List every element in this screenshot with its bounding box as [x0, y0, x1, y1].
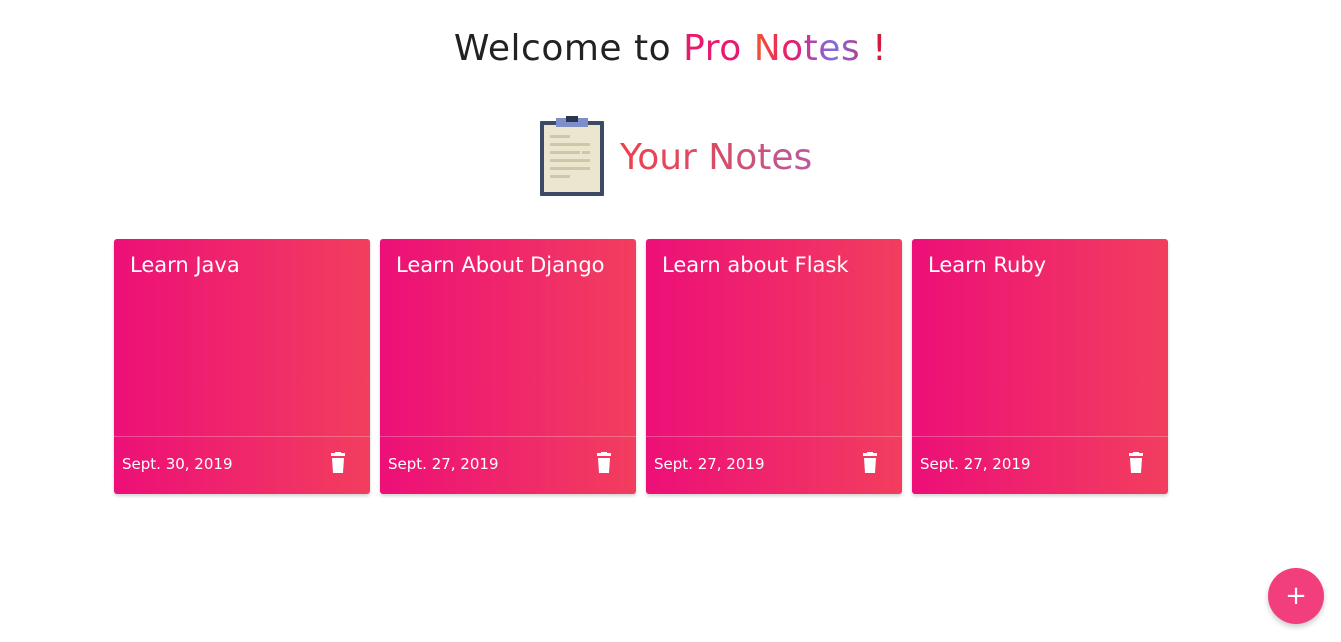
note-date: Sept. 30, 2019: [122, 455, 233, 473]
delete-note-button[interactable]: [860, 452, 880, 474]
card-divider: [114, 436, 370, 437]
notes-list: Learn Java Sept. 30, 2019 Learn About Dj…: [114, 239, 1168, 494]
card-divider: [646, 436, 902, 437]
note-title: Learn about Flask: [662, 253, 849, 277]
note-card[interactable]: Learn about Flask Sept. 27, 2019: [646, 239, 902, 494]
note-title: Learn Ruby: [928, 253, 1047, 277]
brand-pro: Pro: [683, 28, 742, 69]
welcome-prefix: Welcome to: [453, 28, 672, 69]
note-date: Sept. 27, 2019: [388, 455, 499, 473]
note-date: Sept. 27, 2019: [654, 455, 765, 473]
trash-icon: [331, 452, 345, 473]
note-card[interactable]: Learn Ruby Sept. 27, 2019: [912, 239, 1168, 494]
note-card[interactable]: Learn About Django Sept. 27, 2019: [380, 239, 636, 494]
note-date: Sept. 27, 2019: [920, 455, 1031, 473]
trash-icon: [597, 452, 611, 473]
notes-section-header: Your Notes: [538, 116, 812, 198]
note-card[interactable]: Learn Java Sept. 30, 2019: [114, 239, 370, 494]
trash-icon: [863, 452, 877, 473]
card-divider: [380, 436, 636, 437]
clipboard-icon: [540, 116, 604, 196]
brand-notes: Notes: [753, 28, 861, 69]
add-note-button[interactable]: +: [1268, 568, 1324, 624]
brand-exclamation: !: [872, 28, 888, 69]
delete-note-button[interactable]: [328, 452, 348, 474]
card-divider: [912, 436, 1168, 437]
delete-note-button[interactable]: [594, 452, 614, 474]
trash-icon: [1129, 452, 1143, 473]
plus-icon: +: [1285, 581, 1307, 611]
delete-note-button[interactable]: [1126, 452, 1146, 474]
page: Welcome to Pro Notes ! Your Notes Learn …: [0, 0, 1341, 642]
note-title: Learn Java: [130, 253, 240, 277]
welcome-heading: Welcome to Pro Notes !: [0, 28, 1341, 69]
your-notes-title: Your Notes: [620, 136, 813, 178]
note-title: Learn About Django: [396, 253, 605, 277]
